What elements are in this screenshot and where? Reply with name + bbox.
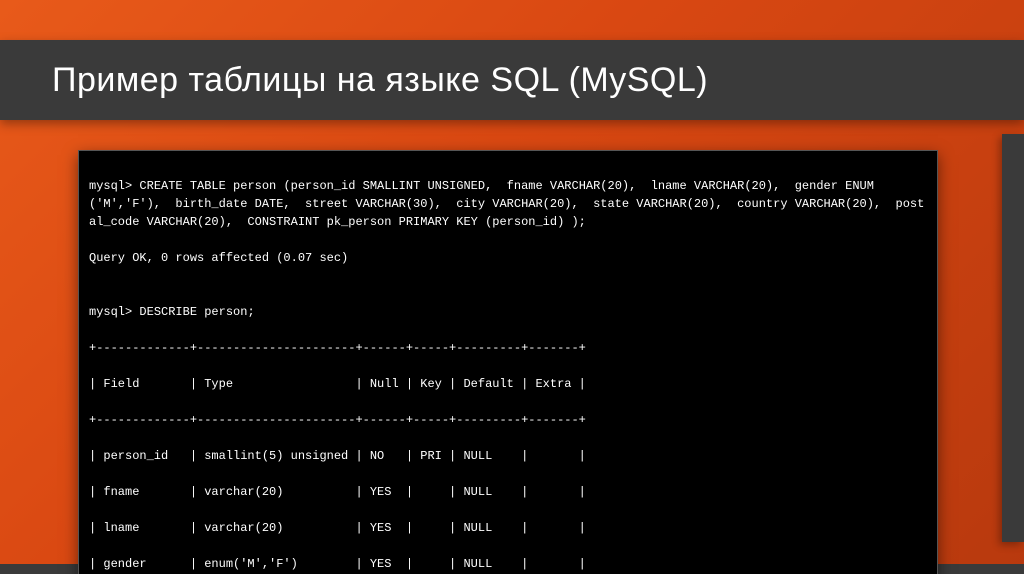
create-statement: mysql> CREATE TABLE person (person_id SM… (89, 177, 927, 231)
mysql-terminal: mysql> CREATE TABLE person (person_id SM… (78, 150, 938, 574)
table-separator: +-------------+----------------------+--… (89, 339, 927, 357)
table-row: | lname | varchar(20) | YES | | NULL | | (89, 519, 927, 537)
slide-title: Пример таблицы на языке SQL (MySQL) (52, 61, 708, 100)
describe-statement: mysql> DESCRIBE person; (89, 303, 927, 321)
title-band: Пример таблицы на языке SQL (MySQL) (0, 40, 1024, 120)
table-row: | person_id | smallint(5) unsigned | NO … (89, 447, 927, 465)
table-header: | Field | Type | Null | Key | Default | … (89, 375, 927, 393)
side-decoration (1002, 134, 1024, 542)
table-row: | gender | enum('M','F') | YES | | NULL … (89, 555, 927, 573)
create-result: Query OK, 0 rows affected (0.07 sec) (89, 249, 927, 267)
table-row: | fname | varchar(20) | YES | | NULL | | (89, 483, 927, 501)
table-separator: +-------------+----------------------+--… (89, 411, 927, 429)
